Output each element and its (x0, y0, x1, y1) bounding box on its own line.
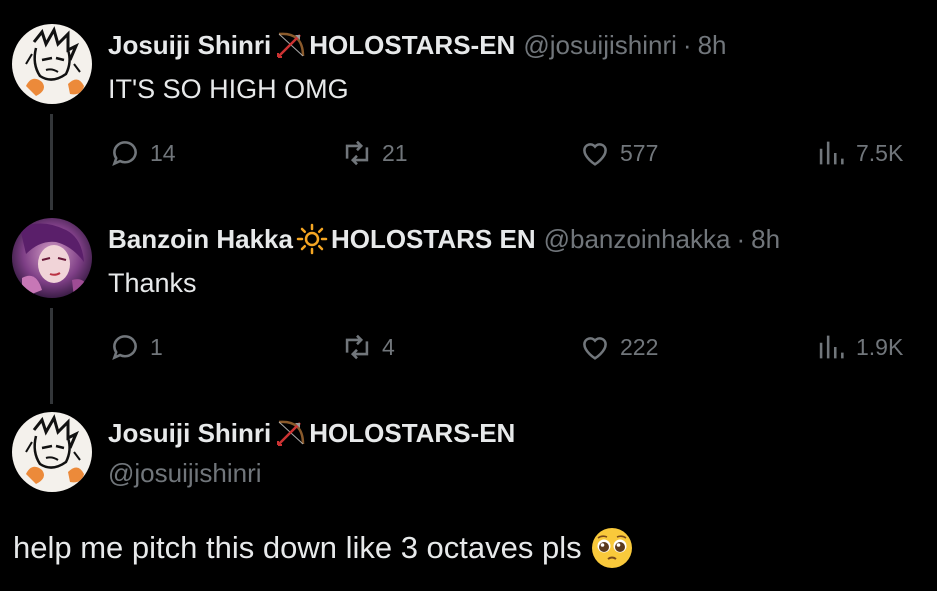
retweet-button[interactable]: 21 (340, 136, 408, 170)
display-name[interactable]: Josuiji Shinri (108, 418, 271, 449)
view-count: 1.9K (856, 333, 904, 360)
avatar[interactable] (12, 24, 92, 104)
main-tweet-text: help me pitch this down like 3 octaves p… (13, 530, 582, 565)
main-tweet-header: Josuiji Shinri HOLOSTARS-EN (108, 416, 515, 450)
thread-line (50, 308, 53, 404)
affiliation: HOLOSTARS-EN (309, 417, 516, 448)
separator-dot: · (682, 29, 692, 60)
like-button[interactable]: 577 (578, 136, 658, 170)
retweet-button[interactable]: 4 (340, 330, 395, 364)
user-handle[interactable]: @banzoinhakka (544, 224, 731, 255)
affiliation: HOLOSTARS EN (330, 223, 536, 254)
display-name[interactable]: Banzoin Hakka (108, 224, 293, 255)
tweet-actions: 1 4 222 1.9K (108, 330, 908, 370)
timestamp[interactable]: 8h (751, 224, 780, 255)
reply-count: 1 (150, 333, 163, 360)
heart-icon (583, 337, 607, 360)
bow-and-arrow-icon (273, 28, 307, 62)
pleading-face-icon (590, 526, 634, 570)
retweet-icon (345, 334, 369, 360)
views-button[interactable]: 1.9K (814, 330, 903, 364)
user-handle[interactable]: @josuijishinri (523, 30, 677, 61)
retweet-icon (345, 140, 369, 166)
heart-icon (583, 143, 607, 166)
like-button[interactable]: 222 (578, 330, 658, 364)
tweet-actions: 14 21 577 7.5K (108, 136, 908, 176)
tweet-header: Josuiji Shinri HOLOSTARS-EN @josuijishin… (108, 28, 726, 62)
tweet-text: IT'S SO HIGH OMG (108, 74, 349, 104)
reply-icon (112, 335, 137, 360)
like-count: 577 (620, 139, 659, 166)
tweet-header: Banzoin Hakka HOLOSTARS EN @banzoinhakka… (108, 222, 780, 256)
reply-button[interactable]: 14 (108, 136, 176, 170)
avatar[interactable] (12, 412, 92, 492)
separator-dot: · (736, 223, 746, 254)
retweet-count: 21 (382, 139, 408, 166)
retweet-count: 4 (382, 333, 395, 360)
avatar[interactable] (12, 218, 92, 298)
reply-icon (112, 141, 137, 166)
views-icon (819, 141, 844, 165)
user-handle[interactable]: @josuijishinri (108, 458, 262, 489)
thread-line (50, 114, 53, 210)
like-count: 222 (620, 333, 659, 360)
reply-count: 14 (150, 139, 176, 166)
main-tweet-text-row: help me pitch this down like 3 octaves p… (13, 526, 634, 570)
affiliation: HOLOSTARS-EN (309, 29, 516, 60)
sun-icon (295, 222, 329, 256)
tweet-thread: Josuiji Shinri HOLOSTARS-EN @josuijishin… (0, 0, 937, 591)
view-count: 7.5K (856, 139, 904, 166)
timestamp[interactable]: 8h (698, 30, 727, 61)
display-name[interactable]: Josuiji Shinri (108, 30, 271, 61)
bow-and-arrow-icon (273, 416, 307, 450)
reply-button[interactable]: 1 (108, 330, 163, 364)
views-button[interactable]: 7.5K (814, 136, 903, 170)
views-icon (819, 335, 844, 359)
tweet-text: Thanks (108, 268, 197, 298)
